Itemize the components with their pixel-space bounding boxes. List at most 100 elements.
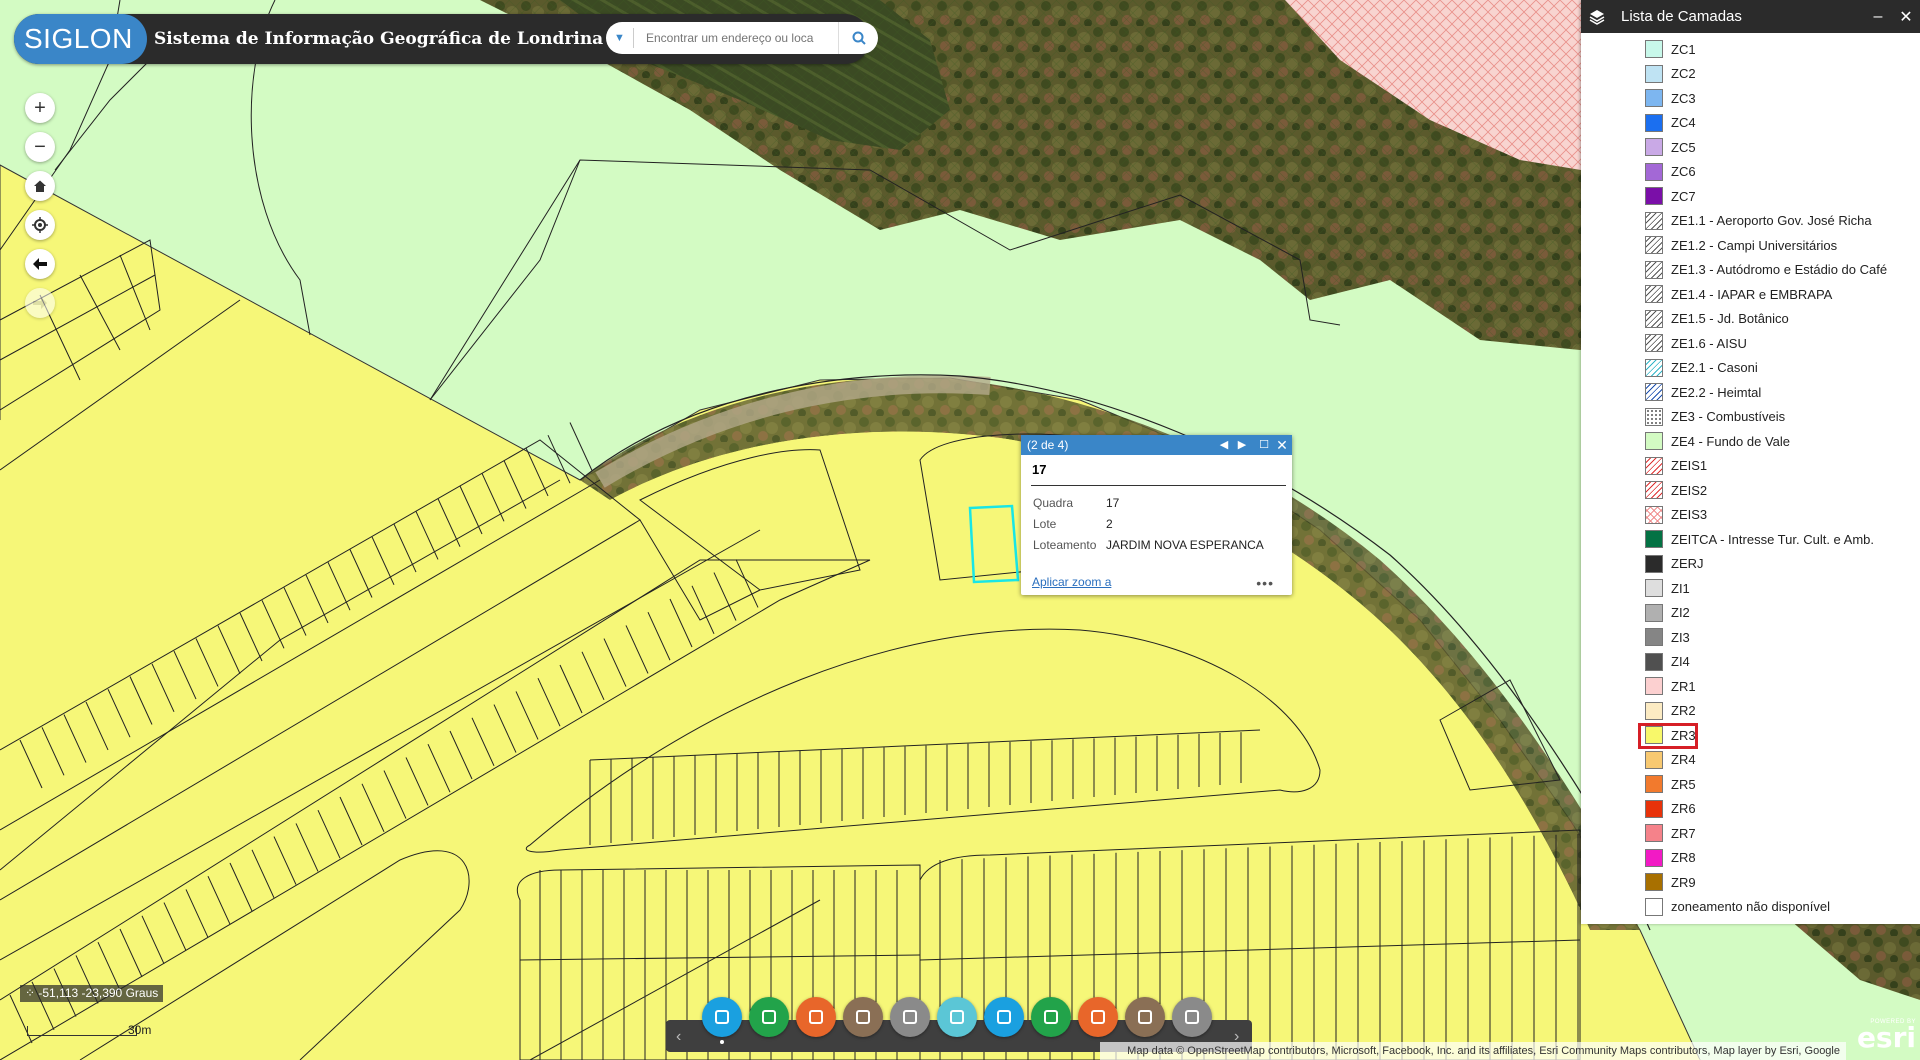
info-tool[interactable] xyxy=(1125,997,1165,1037)
layer-item[interactable]: ZR8 xyxy=(1581,846,1920,871)
xyz-tool[interactable] xyxy=(984,997,1024,1037)
swipe-tool[interactable] xyxy=(937,997,977,1037)
layer-item[interactable]: ZERJ xyxy=(1581,552,1920,577)
layer-item[interactable]: ZC6 xyxy=(1581,160,1920,185)
layer-label: ZC7 xyxy=(1671,188,1696,204)
previous-extent-button[interactable] xyxy=(25,249,55,279)
plus-icon: + xyxy=(34,96,46,119)
query-tool[interactable] xyxy=(1172,997,1212,1037)
layer-item[interactable]: ZR9 xyxy=(1581,870,1920,895)
measure-tool[interactable] xyxy=(749,997,789,1037)
legend-swatch xyxy=(1645,456,1663,475)
logo-text: SIGLON xyxy=(24,23,133,54)
layer-item[interactable]: ZI3 xyxy=(1581,625,1920,650)
app-title: Sistema de Informação Geográfica de Lond… xyxy=(154,29,604,49)
layer-item[interactable]: ZE1.3 - Autódromo e Estádio do Café xyxy=(1581,258,1920,283)
more-actions-button[interactable]: ••• xyxy=(1256,575,1274,591)
layer-item[interactable]: ZE2.2 - Heimtal xyxy=(1581,380,1920,405)
previous-feature-button[interactable]: ◀ xyxy=(1216,437,1232,453)
zoom-out-button[interactable]: − xyxy=(25,132,55,162)
filter-icon xyxy=(856,1010,870,1024)
layer-label: ZI4 xyxy=(1671,654,1690,670)
layer-label: ZE1.5 - Jd. Botânico xyxy=(1671,311,1789,327)
legend-swatch xyxy=(1645,113,1663,132)
layer-item[interactable]: ZR5 xyxy=(1581,772,1920,797)
layer-item[interactable]: ZEIS1 xyxy=(1581,454,1920,479)
popup-row-loteamento: Loteamento JARDIM NOVA ESPERANCA xyxy=(1021,534,1292,555)
layer-item[interactable]: ZR1 xyxy=(1581,674,1920,699)
locate-button[interactable] xyxy=(25,210,55,240)
layer-item[interactable]: ZE1.5 - Jd. Botânico xyxy=(1581,307,1920,332)
legend-swatch xyxy=(1645,358,1663,377)
layer-item[interactable]: ZI4 xyxy=(1581,650,1920,675)
layer-item[interactable]: ZI2 xyxy=(1581,601,1920,626)
search-button[interactable] xyxy=(838,22,878,54)
siglon-logo[interactable]: SIGLON xyxy=(14,14,147,64)
layer-item[interactable]: ZR2 xyxy=(1581,699,1920,724)
layer-item[interactable]: ZC5 xyxy=(1581,135,1920,160)
layer-item[interactable]: ZR3 xyxy=(1581,723,1920,749)
geolocate-tool[interactable] xyxy=(890,997,930,1037)
layer-item[interactable]: ZEITCA - Intresse Tur. Cult. e Amb. xyxy=(1581,527,1920,552)
layer-item[interactable]: ZC1 xyxy=(1581,37,1920,62)
print-tool[interactable] xyxy=(1078,997,1118,1037)
legend-swatch xyxy=(1645,236,1663,255)
layer-item[interactable]: ZE1.4 - IAPAR e EMBRAPA xyxy=(1581,282,1920,307)
layer-item[interactable]: ZC7 xyxy=(1581,184,1920,209)
layer-label: ZC5 xyxy=(1671,139,1696,155)
layer-item[interactable]: ZR6 xyxy=(1581,797,1920,822)
zoom-in-button[interactable]: + xyxy=(25,93,55,123)
layer-item[interactable]: ZR4 xyxy=(1581,748,1920,773)
layer-item[interactable]: ZC4 xyxy=(1581,111,1920,136)
layers-icon xyxy=(1589,9,1605,25)
feature-popup: (2 de 4) ◀ ▶ ☐ ✕ 17 Quadra 17 Lote 2 Lotea… xyxy=(1021,435,1292,595)
layer-item[interactable]: ZEIS3 xyxy=(1581,503,1920,528)
next-feature-button[interactable]: ▶ xyxy=(1234,437,1250,453)
coordinate-value: -51,113 -23,390 Graus xyxy=(38,986,159,1000)
layer-item[interactable]: ZC3 xyxy=(1581,86,1920,111)
layer-label: ZE4 - Fundo de Vale xyxy=(1671,433,1790,449)
layer-item[interactable]: ZE2.1 - Casoni xyxy=(1581,356,1920,381)
layer-item[interactable]: ZE4 - Fundo de Vale xyxy=(1581,429,1920,454)
legend-swatch xyxy=(1645,481,1663,500)
share-tool[interactable] xyxy=(1031,997,1071,1037)
layers-tool[interactable] xyxy=(702,997,742,1037)
highlight-box xyxy=(1638,723,1698,749)
layer-item[interactable]: ZE1.6 - AISU xyxy=(1581,331,1920,356)
zoom-to-link[interactable]: Aplicar zoom a xyxy=(1032,575,1111,589)
layer-item[interactable]: ZI1 xyxy=(1581,576,1920,601)
legend-swatch xyxy=(1645,334,1663,353)
arrow-right-icon xyxy=(33,297,47,309)
layer-item[interactable]: ZR7 xyxy=(1581,821,1920,846)
minimize-panel-button[interactable]: – xyxy=(1864,8,1892,26)
legend-swatch xyxy=(1645,432,1663,451)
layer-item[interactable]: ZE1.2 - Campi Universitários xyxy=(1581,233,1920,258)
close-popup-button[interactable]: ✕ xyxy=(1274,437,1290,453)
legend-swatch xyxy=(1645,750,1663,769)
maximize-icon[interactable]: ☐ xyxy=(1256,437,1272,453)
search-source-dropdown[interactable]: ▼ xyxy=(606,28,634,48)
close-panel-button[interactable]: ✕ xyxy=(1892,7,1920,27)
legend-swatch xyxy=(1645,40,1663,59)
search-input[interactable] xyxy=(646,31,826,45)
legend-swatch xyxy=(1645,187,1663,206)
layer-panel-header: Lista de Camadas – ✕ xyxy=(1581,0,1920,33)
layer-item[interactable]: zoneamento não disponível xyxy=(1581,895,1920,920)
legend-swatch xyxy=(1645,628,1663,647)
basemap-tool[interactable] xyxy=(796,997,836,1037)
home-button[interactable] xyxy=(25,171,55,201)
layer-item[interactable]: ZE3 - Combustíveis xyxy=(1581,405,1920,430)
layer-label: ZC2 xyxy=(1671,66,1696,82)
layer-label: ZC3 xyxy=(1671,90,1696,106)
filter-tool[interactable] xyxy=(843,997,883,1037)
layer-item[interactable]: ZE1.1 - Aeroporto Gov. José Richa xyxy=(1581,209,1920,234)
legend-swatch xyxy=(1645,848,1663,867)
layer-item[interactable]: ZEIS2 xyxy=(1581,478,1920,503)
toolbar-previous-button[interactable]: ‹ xyxy=(676,1028,681,1046)
layer-item[interactable]: ZC2 xyxy=(1581,62,1920,87)
home-icon xyxy=(34,180,46,192)
panel-controls: – ✕ xyxy=(1864,0,1920,33)
next-extent-button[interactable] xyxy=(25,288,55,318)
layer-label: ZEITCA - Intresse Tur. Cult. e Amb. xyxy=(1671,531,1875,547)
legend-swatch xyxy=(1645,554,1663,573)
